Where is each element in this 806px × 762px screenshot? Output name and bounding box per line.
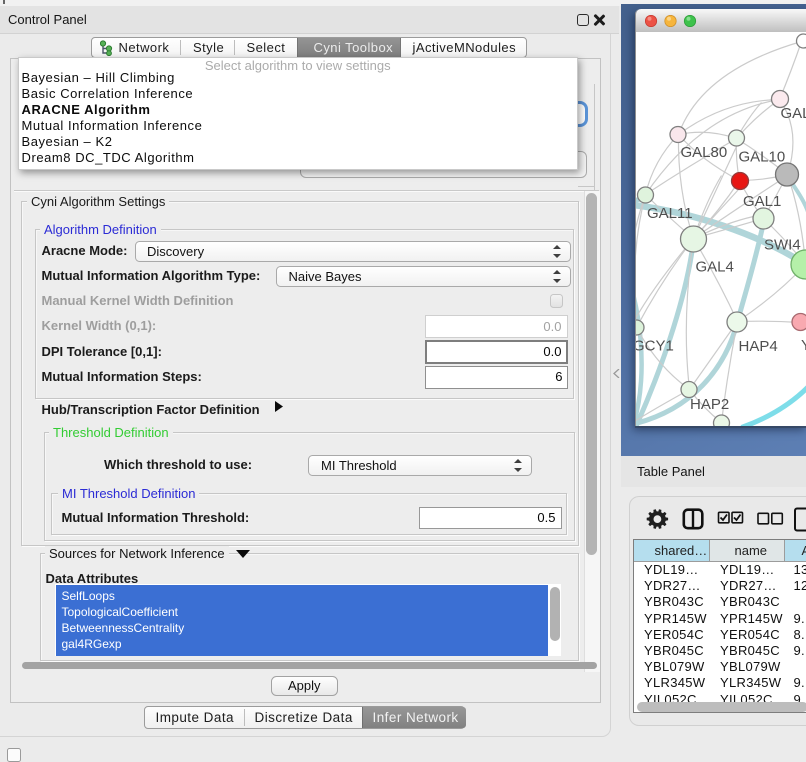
svg-text:HAP2: HAP2: [690, 396, 729, 413]
svg-text:SWI4: SWI4: [764, 237, 801, 254]
svg-text:GAL4: GAL4: [695, 259, 733, 276]
svg-text:GCY1: GCY1: [636, 338, 674, 355]
svg-text:GAL80: GAL80: [680, 144, 727, 161]
svg-text:HAP4: HAP4: [738, 338, 777, 355]
svg-text:GAL7: GAL7: [780, 105, 806, 122]
svg-text:Y: Y: [801, 337, 806, 354]
svg-text:GAL10: GAL10: [738, 149, 785, 166]
svg-text:GAL1: GAL1: [743, 193, 781, 210]
svg-text:GAL11: GAL11: [647, 205, 693, 222]
